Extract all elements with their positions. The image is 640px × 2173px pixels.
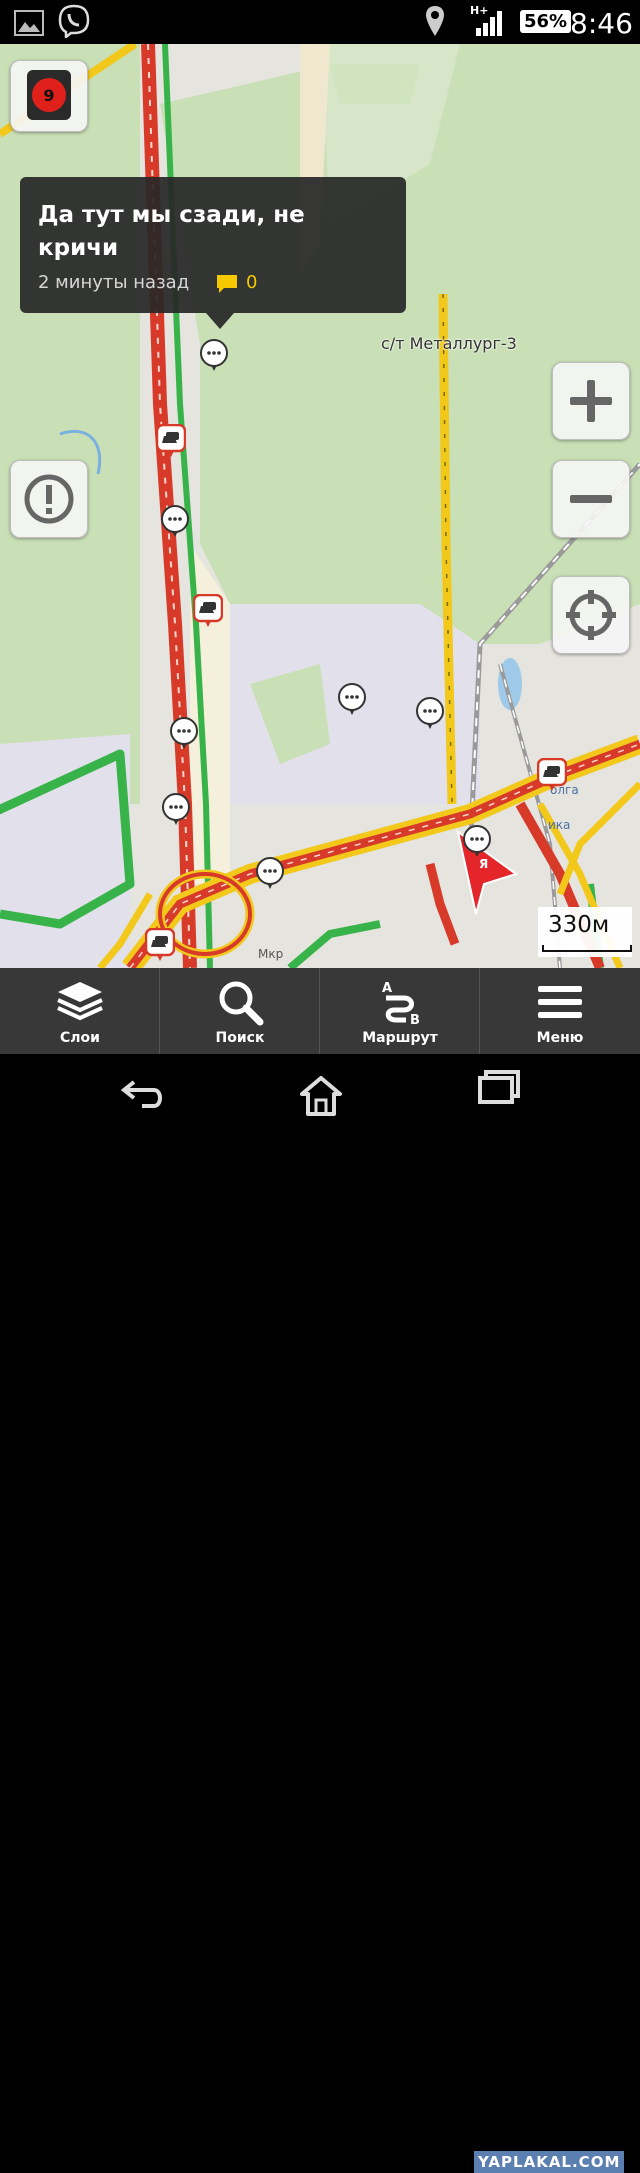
alert-icon <box>24 474 74 524</box>
zoom-out-button[interactable] <box>552 460 630 538</box>
watermark: YAPLAKAL.COM <box>474 2151 625 2173</box>
accident-marker[interactable] <box>193 594 223 628</box>
report-event-button[interactable] <box>10 460 88 538</box>
accident-marker[interactable] <box>156 424 186 458</box>
user-marker-label: Я <box>479 857 488 871</box>
district-label: Мкр <box>258 947 283 961</box>
comment-icon <box>217 275 237 293</box>
crosshair-icon <box>566 590 616 640</box>
image-icon <box>14 10 44 36</box>
plus-icon <box>570 380 612 422</box>
menu-button[interactable]: Меню <box>480 968 640 1054</box>
svg-text:A: A <box>382 981 392 996</box>
popup-title: Да тут мы сзади, не кричи <box>38 202 305 261</box>
minus-icon <box>570 495 612 503</box>
chat-marker[interactable] <box>415 696 445 730</box>
bottom-toolbar: Слои Поиск A B Маршрут Меню <box>0 968 640 1054</box>
chat-marker[interactable] <box>169 716 199 750</box>
place-label: с/т Металлург-3 <box>381 334 517 353</box>
layers-icon <box>57 982 103 1021</box>
popup-time: 2 минуты назад <box>38 272 190 293</box>
layers-button[interactable]: Слои <box>0 968 160 1054</box>
popup-pointer <box>206 313 234 329</box>
battery-icon: 56% <box>520 10 572 33</box>
clock: 8:46 <box>570 7 633 40</box>
street-label-ika: ика <box>548 818 570 832</box>
system-nav-bar: YAPLAKAL.COM <box>0 1054 640 2173</box>
chat-marker[interactable] <box>160 504 190 538</box>
comment-count: 0 <box>246 272 258 293</box>
chat-marker[interactable] <box>199 338 229 372</box>
map-scale: 330м <box>538 907 632 957</box>
viber-icon <box>58 4 90 38</box>
svg-text:B: B <box>410 1013 420 1026</box>
route-label: Маршрут <box>362 1030 438 1046</box>
search-button[interactable]: Поиск <box>160 968 320 1054</box>
chat-marker[interactable] <box>462 824 492 858</box>
menu-icon <box>538 986 582 1018</box>
route-button[interactable]: A B Маршрут <box>320 968 480 1054</box>
zoom-in-button[interactable] <box>552 362 630 440</box>
status-bar: H+ 56% 8:46 <box>0 0 640 44</box>
chat-marker[interactable] <box>337 682 367 716</box>
traffic-level-button[interactable]: 9 <box>10 60 88 132</box>
back-icon[interactable] <box>118 1074 168 1114</box>
location-icon <box>426 6 444 36</box>
scale-label: 330м <box>548 912 610 938</box>
layers-label: Слои <box>60 1030 100 1046</box>
accident-marker[interactable] <box>537 758 567 792</box>
accident-marker[interactable] <box>145 928 175 962</box>
menu-label: Меню <box>536 1030 584 1046</box>
scale-bar <box>542 945 632 952</box>
search-label: Поиск <box>215 1030 265 1046</box>
event-popup[interactable]: Да тут мы сзади, не кричи 2 минуты назад… <box>20 177 406 329</box>
home-icon[interactable] <box>296 1074 346 1118</box>
map-view[interactable]: Я олга ика Мкр с/т Металлург-3 9 Да тут … <box>0 44 640 968</box>
search-icon <box>219 981 264 1026</box>
route-icon: A B <box>382 981 420 1026</box>
recent-apps-icon[interactable] <box>476 1068 526 1108</box>
chat-marker[interactable] <box>255 856 285 890</box>
my-location-button[interactable] <box>552 576 630 654</box>
traffic-level-value: 9 <box>43 86 54 105</box>
signal-icon <box>476 11 502 36</box>
traffic-light-icon: 9 <box>27 70 71 120</box>
chat-marker[interactable] <box>161 792 191 826</box>
